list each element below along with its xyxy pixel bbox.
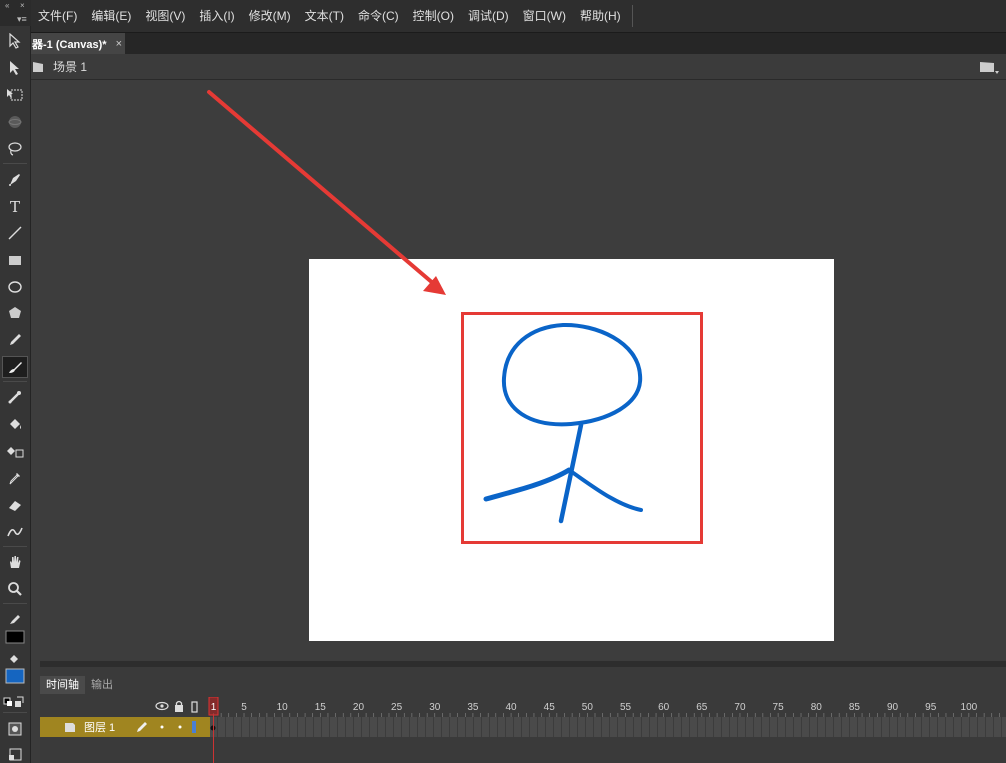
menu-modify[interactable]: 修改(M) (242, 0, 298, 32)
frame-number-label: 90 (887, 702, 899, 713)
eraser-tool-icon[interactable] (2, 494, 28, 516)
frame-ruler[interactable]: 5 10 15 20 25 30 35 40 45 50 55 60 65 70 75 80 85 90 95 100 (210, 697, 1006, 717)
lock-dot[interactable] (178, 725, 182, 729)
stroke-color-icon[interactable] (2, 608, 28, 630)
lasso-tool-icon[interactable] (2, 138, 28, 160)
pen-tool-icon[interactable] (2, 168, 28, 190)
width-tool-icon[interactable] (2, 521, 28, 543)
stroke-color-swatch[interactable] (2, 628, 28, 646)
frame-number-label: 15 (315, 702, 327, 713)
timeline-header-icons (155, 700, 198, 713)
frame-number-label: 95 (925, 702, 937, 713)
outline-icon[interactable] (191, 701, 198, 713)
frame-number-label: 100 (961, 702, 978, 713)
eyedropper-tool-icon[interactable] (2, 467, 28, 489)
hand-tool-icon[interactable] (2, 551, 28, 573)
frame-number-label: 45 (544, 702, 556, 713)
paint-bucket-tool-icon[interactable] (2, 413, 28, 435)
layer-name-cell[interactable]: 图层 1 (40, 717, 210, 737)
selection-tool-icon[interactable] (2, 30, 28, 52)
eye-icon[interactable] (155, 701, 169, 711)
menu-commands[interactable]: 命令(C) (351, 0, 406, 32)
subselection-tool-icon[interactable] (2, 57, 28, 79)
svg-text:T: T (10, 198, 20, 214)
document-tab-bar: 器-1 (Canvas)* × (31, 32, 1006, 55)
zoom-tool-icon[interactable] (2, 578, 28, 600)
menu-insert[interactable]: 插入(I) (192, 0, 241, 32)
layer-state-icons (137, 721, 196, 733)
frame-number-label: 85 (849, 702, 861, 713)
scene-label: 场景 1 (53, 60, 88, 74)
snap-to-objects-icon[interactable] (2, 743, 28, 763)
text-tool-icon[interactable]: T (2, 195, 28, 217)
document-tab[interactable]: 器-1 (Canvas)* × (31, 33, 125, 55)
frame-number-label: 75 (773, 702, 785, 713)
timeline-panel: 时间轴 输出 5 10 15 20 25 30 35 40 45 50 55 60 65 70 75 80 85… (40, 661, 1006, 763)
menu-debug[interactable]: 调试(D) (461, 0, 516, 32)
menu-help[interactable]: 帮助(H) (573, 0, 628, 32)
menu-file[interactable]: 文件(F) (31, 0, 84, 32)
edit-scene-icon[interactable] (978, 59, 1000, 75)
document-tab-title: 器-1 (Canvas)* (32, 39, 107, 51)
rectangle-tool-icon[interactable] (2, 249, 28, 271)
tab-output[interactable]: 输出 (85, 676, 119, 694)
scene-bar: 场景 1 (31, 54, 1006, 80)
3d-rotation-tool-icon[interactable] (2, 111, 28, 133)
menu-edit[interactable]: 编辑(E) (84, 0, 138, 32)
frame-number-label: 25 (391, 702, 403, 713)
highlight-rectangle (461, 312, 703, 544)
swap-colors-icon[interactable] (2, 690, 28, 712)
outline-color-icon[interactable] (192, 721, 196, 733)
playhead[interactable]: 1 (208, 697, 219, 763)
polystar-tool-icon[interactable] (2, 302, 28, 324)
frame-number-label: 60 (658, 702, 670, 713)
fill-color-icon[interactable] (2, 650, 28, 666)
frame-number-label: 70 (734, 702, 746, 713)
menu-view[interactable]: 视图(V) (138, 0, 192, 32)
timeline-tabs: 时间轴 输出 (40, 676, 119, 694)
ink-bottle-tool-icon[interactable] (2, 440, 28, 462)
frame-number-label: 55 (620, 702, 632, 713)
svg-text:«: « (5, 1, 10, 10)
frame-number-label: 35 (467, 702, 479, 713)
layer-name: 图层 1 (84, 722, 116, 734)
visibility-dot[interactable] (160, 725, 164, 729)
frame-number-label: 20 (353, 702, 365, 713)
svg-text:▾≡: ▾≡ (17, 14, 27, 24)
layer-icon (65, 723, 75, 732)
tools-panel-header: « × ▾≡ (0, 0, 31, 26)
line-tool-icon[interactable] (2, 222, 28, 244)
menu-window[interactable]: 窗口(W) (516, 0, 573, 32)
frame-ruler-ticks: 5 10 15 20 25 30 35 40 45 50 55 60 65 70 75 80 85 90 95 100 (213, 702, 1000, 717)
tab-timeline[interactable]: 时间轴 (40, 676, 85, 694)
menu-control[interactable]: 控制(O) (406, 0, 461, 32)
frame-number-label: 10 (277, 702, 289, 713)
frame-number-label: 65 (696, 702, 708, 713)
frame-cells[interactable] (210, 717, 1006, 737)
svg-text:×: × (20, 1, 25, 10)
frame-number-label: 30 (429, 702, 441, 713)
menu-divider (631, 5, 633, 27)
tools-panel: « × ▾≡ T (0, 0, 31, 763)
frame-number-label: 5 (241, 702, 247, 713)
free-transform-tool-icon[interactable] (2, 84, 28, 106)
bone-tool-icon[interactable] (2, 386, 28, 408)
pencil-tool-icon[interactable] (2, 329, 28, 351)
frame-number-label: 80 (811, 702, 823, 713)
playhead-frame-number: 1 (211, 702, 217, 713)
scene-clapper-icon (33, 61, 43, 72)
pencil-icon[interactable] (137, 722, 147, 732)
object-drawing-icon[interactable] (2, 718, 28, 740)
brush-tool-icon[interactable] (2, 356, 28, 378)
lock-icon[interactable] (175, 700, 183, 713)
menu-text[interactable]: 文本(T) (298, 0, 351, 32)
layer-row[interactable]: 图层 1 (40, 717, 1006, 737)
fill-color-swatch[interactable] (2, 667, 28, 685)
close-tab-icon[interactable]: × (116, 38, 122, 50)
frame-number-label: 50 (582, 702, 594, 713)
frame-number-label: 40 (506, 702, 518, 713)
menu-bar: 文件(F) 编辑(E) 视图(V) 插入(I) 修改(M) 文本(T) 命令(C… (31, 0, 1006, 32)
stage-area (31, 80, 1006, 660)
oval-tool-icon[interactable] (2, 276, 28, 298)
